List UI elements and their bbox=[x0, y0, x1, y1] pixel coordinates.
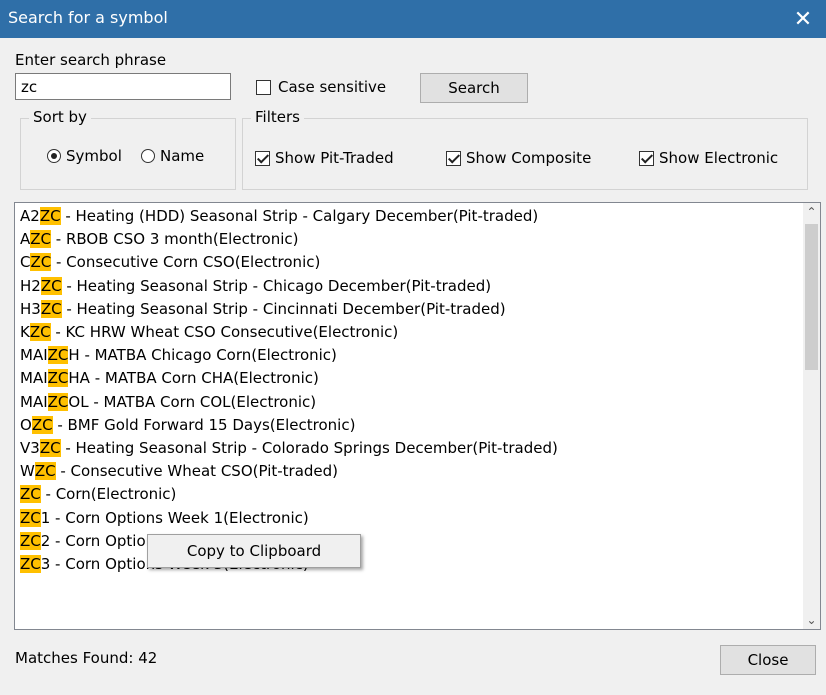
close-icon[interactable]: ✕ bbox=[780, 0, 826, 38]
symbol-description: - Heating Seasonal Strip - Chicago Decem… bbox=[61, 276, 492, 295]
list-item[interactable]: AZC - RBOB CSO 3 month(Electronic) bbox=[20, 228, 299, 251]
list-item[interactable]: MAIZCH - MATBA Chicago Corn(Electronic) bbox=[20, 344, 337, 367]
symbol-description: - Consecutive Corn CSO(Electronic) bbox=[51, 253, 321, 272]
match-highlight: ZC bbox=[40, 276, 62, 295]
match-highlight: ZC bbox=[20, 555, 41, 573]
list-item[interactable]: MAIZCOL - MATBA Corn COL(Electronic) bbox=[20, 391, 316, 414]
title-bar: Search for a symbol ✕ bbox=[0, 0, 826, 38]
radio-name-label: Name bbox=[160, 147, 205, 165]
matches-found: Matches Found: 42 bbox=[15, 649, 158, 667]
symbol-description: - KC HRW Wheat CSO Consecutive(Electroni… bbox=[50, 323, 399, 341]
list-item[interactable]: H3ZC - Heating Seasonal Strip - Cincinna… bbox=[20, 298, 506, 321]
list-item[interactable]: KZC - KC HRW Wheat CSO Consecutive(Elect… bbox=[20, 321, 398, 344]
symbol-prefix: H3 bbox=[20, 299, 41, 318]
symbol-description: 1 - Corn Options Week 1(Electronic) bbox=[40, 508, 309, 527]
case-sensitive-box[interactable] bbox=[256, 79, 271, 95]
chevron-up-icon[interactable]: ⌃ bbox=[803, 205, 820, 219]
symbol-description: - Corn(Electronic) bbox=[40, 485, 177, 504]
filter-composite[interactable]: Show Composite bbox=[446, 149, 591, 167]
list-item[interactable]: MAIZCHA - MATBA Corn CHA(Electronic) bbox=[20, 367, 319, 390]
copy-to-clipboard-item[interactable]: Copy to Clipboard bbox=[148, 535, 360, 567]
close-button[interactable]: Close bbox=[720, 645, 816, 675]
filter-pit-traded-label: Show Pit-Traded bbox=[275, 149, 394, 167]
filters-group: Filters Show Pit-Traded Show Composite S… bbox=[242, 108, 808, 190]
list-item[interactable]: H2ZC - Heating Seasonal Strip - Chicago … bbox=[20, 275, 491, 298]
symbol-prefix: A bbox=[20, 230, 31, 249]
match-highlight: ZC bbox=[30, 230, 52, 249]
context-menu: Copy to Clipboard bbox=[147, 534, 361, 568]
list-item[interactable]: ZC - Corn(Electronic) bbox=[20, 483, 176, 506]
filter-composite-box[interactable] bbox=[446, 150, 461, 166]
match-highlight: ZC bbox=[40, 299, 62, 318]
filters-legend: Filters bbox=[251, 108, 304, 126]
results-list[interactable]: A2ZC - Heating (HDD) Seasonal Strip - Ca… bbox=[14, 202, 821, 630]
match-highlight: ZC bbox=[31, 415, 53, 434]
symbol-description: OL - MATBA Corn COL(Electronic) bbox=[68, 392, 317, 411]
match-highlight: ZC bbox=[39, 207, 61, 225]
symbol-prefix: A2 bbox=[20, 207, 40, 225]
chevron-down-icon[interactable]: ⌄ bbox=[803, 613, 820, 627]
filter-electronic-box[interactable] bbox=[639, 150, 654, 166]
list-item[interactable]: ZC1 - Corn Options Week 1(Electronic) bbox=[20, 507, 309, 530]
match-highlight: ZC bbox=[34, 462, 56, 481]
symbol-description: - RBOB CSO 3 month(Electronic) bbox=[51, 230, 299, 249]
symbol-prefix: K bbox=[20, 323, 30, 341]
symbol-description: H - MATBA Chicago Corn(Electronic) bbox=[68, 346, 337, 365]
case-sensitive-checkbox[interactable]: Case sensitive bbox=[256, 78, 386, 96]
list-item[interactable]: A2ZC - Heating (HDD) Seasonal Strip - Ca… bbox=[20, 205, 538, 228]
match-highlight: ZC bbox=[29, 323, 51, 341]
symbol-prefix: MAI bbox=[20, 369, 48, 388]
filter-electronic[interactable]: Show Electronic bbox=[639, 149, 778, 167]
match-highlight: ZC bbox=[39, 439, 61, 457]
symbol-prefix: MAI bbox=[20, 392, 48, 411]
case-sensitive-label: Case sensitive bbox=[278, 78, 387, 96]
sort-by-legend: Sort by bbox=[29, 108, 91, 126]
filter-pit-traded-box[interactable] bbox=[255, 150, 270, 166]
search-button[interactable]: Search bbox=[420, 73, 528, 103]
radio-symbol[interactable]: Symbol bbox=[47, 147, 122, 165]
radio-name[interactable]: Name bbox=[141, 147, 204, 165]
symbol-description: - Heating (HDD) Seasonal Strip - Calgary… bbox=[60, 207, 539, 225]
radio-name-button[interactable] bbox=[141, 149, 155, 163]
symbol-prefix: O bbox=[20, 415, 32, 434]
match-highlight: ZC bbox=[47, 392, 69, 411]
filter-composite-label: Show Composite bbox=[466, 149, 592, 167]
filter-pit-traded[interactable]: Show Pit-Traded bbox=[255, 149, 394, 167]
match-highlight: ZC bbox=[20, 485, 41, 504]
symbol-description: - Consecutive Wheat CSO(Pit-traded) bbox=[55, 462, 339, 481]
search-input[interactable] bbox=[15, 73, 231, 100]
symbol-prefix: C bbox=[20, 253, 31, 272]
match-highlight: ZC bbox=[20, 531, 41, 550]
symbol-description: - Heating Seasonal Strip - Cincinnati De… bbox=[61, 299, 506, 318]
list-item[interactable]: WZC - Consecutive Wheat CSO(Pit-traded) bbox=[20, 460, 338, 483]
match-highlight: ZC bbox=[20, 508, 41, 527]
match-highlight: ZC bbox=[30, 253, 52, 272]
list-item[interactable]: OZC - BMF Gold Forward 15 Days(Electroni… bbox=[20, 414, 355, 437]
symbol-prefix: V3 bbox=[20, 439, 40, 457]
window-title: Search for a symbol bbox=[8, 8, 168, 27]
match-highlight: ZC bbox=[47, 369, 69, 388]
radio-symbol-label: Symbol bbox=[66, 147, 122, 165]
list-item[interactable]: V3ZC - Heating Seasonal Strip - Colorado… bbox=[20, 437, 558, 460]
match-highlight: ZC bbox=[47, 346, 69, 365]
symbol-description: - Heating Seasonal Strip - Colorado Spri… bbox=[60, 439, 558, 457]
symbol-prefix: W bbox=[20, 462, 35, 481]
filter-electronic-label: Show Electronic bbox=[659, 149, 779, 167]
symbol-prefix: H2 bbox=[20, 276, 41, 295]
symbol-prefix: MAI bbox=[20, 346, 48, 365]
results-scrollbar[interactable]: ⌃ ⌄ bbox=[803, 203, 820, 629]
search-label: Enter search phrase bbox=[15, 51, 167, 69]
radio-symbol-button[interactable] bbox=[47, 149, 61, 163]
symbol-description: - BMF Gold Forward 15 Days(Electronic) bbox=[52, 415, 356, 434]
scroll-thumb[interactable] bbox=[805, 224, 818, 370]
list-item[interactable]: CZC - Consecutive Corn CSO(Electronic) bbox=[20, 251, 320, 274]
symbol-description: HA - MATBA Corn CHA(Electronic) bbox=[68, 369, 319, 388]
sort-by-group: Sort by Symbol Name bbox=[20, 108, 236, 190]
